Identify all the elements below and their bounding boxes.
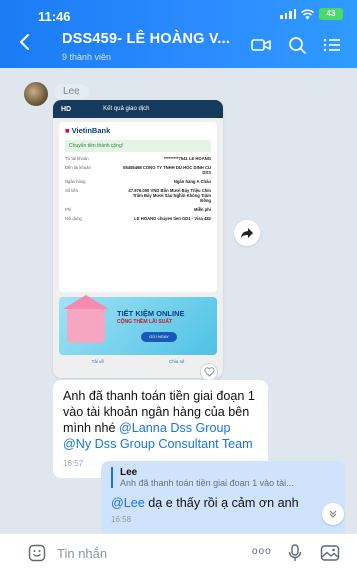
- menu-icon[interactable]: [321, 34, 343, 56]
- share-label: Chia sẻ: [169, 359, 185, 364]
- message-input[interactable]: [57, 543, 257, 563]
- image-icon[interactable]: [320, 544, 340, 562]
- sender-name: Lee: [54, 84, 89, 99]
- wifi-icon: [301, 8, 314, 19]
- image-message[interactable]: HD Kết quả giao dịch ■ VietinBank Chuyển …: [53, 100, 223, 378]
- quoted-text: Anh đã thanh toán tiền giai đoạn 1 vào t…: [120, 478, 294, 488]
- download-label: Tải về: [91, 359, 104, 364]
- receipt-row: Nội dung LE HOANG chuyen tien GD1 - Visa …: [65, 216, 211, 221]
- mention-link[interactable]: @Lee: [111, 496, 145, 510]
- receipt-card: ■ VietinBank Chuyển tiền thành công! Từ …: [59, 122, 217, 292]
- status-icons: 43: [280, 8, 343, 20]
- message-text: Anh đã thanh toán tiền giai đoạn 1 vào t…: [63, 389, 255, 451]
- quoted-message[interactable]: Lee Anh đã thanh toán tiền giai đoạn 1 v…: [111, 467, 335, 488]
- conversation-title[interactable]: DSS459- LÊ HOÀNG V...: [62, 31, 230, 47]
- promo-button: GỬI NGAY: [141, 332, 177, 342]
- house-illustration: [63, 295, 109, 343]
- promo-title: TIẾT KIỆM ONLINE: [117, 309, 185, 318]
- quoted-sender: Lee: [120, 467, 138, 478]
- reaction-heart-icon[interactable]: [200, 363, 218, 381]
- mention-link[interactable]: @Ny Dss Group Consultant Team: [63, 437, 253, 451]
- chat-header: 11:46 43 DSS459- LÊ HOÀNG V... 9 thành v…: [0, 0, 357, 68]
- receipt-row: Ngân hàng Ngân hàng A Châu: [65, 179, 211, 184]
- promo-banner: TIẾT KIỆM ONLINE CỘNG THÊM LÃI SUẤT GỬI …: [59, 295, 217, 355]
- bank-logo: ■ VietinBank: [65, 126, 111, 135]
- signal-icon: [280, 9, 296, 19]
- microphone-icon[interactable]: [288, 544, 302, 562]
- success-banner: Chuyển tiền thành công!: [65, 140, 211, 152]
- status-bar: 11:46 43: [0, 0, 357, 28]
- receipt-app-bar: HD Kết quả giao dịch: [53, 100, 223, 118]
- more-options-icon[interactable]: ooo: [252, 546, 272, 557]
- emoji-icon[interactable]: [28, 544, 46, 562]
- reply-text: @Lee dạ e thấy rồi ạ cảm ơn anh: [111, 496, 299, 510]
- receipt-row: Từ tài khoản *********7541 LE HOANG: [65, 156, 211, 161]
- message-timestamp: 16:58: [111, 515, 132, 524]
- composer-bar: ooo: [0, 533, 357, 571]
- battery-icon: 43: [319, 8, 343, 20]
- scroll-down-icon[interactable]: [322, 503, 344, 525]
- receipt-row: Số tiền 47.976.000 VND Bốn Mươi Bảy Triệu…: [65, 188, 211, 203]
- receipt-app-title: Kết quả giao dịch: [103, 106, 150, 112]
- member-count: 9 thành viên: [62, 52, 112, 62]
- forward-icon[interactable]: [234, 220, 260, 246]
- receipt-row: Phí Miễn phí: [65, 207, 211, 212]
- receipt-row: Đến tài khoản 55455468 CONG TY TNHH DU HO…: [65, 165, 211, 175]
- back-arrow-icon[interactable]: [16, 32, 34, 52]
- promo-subtitle: CỘNG THÊM LÃI SUẤT: [117, 319, 172, 325]
- status-time: 11:46: [38, 9, 71, 24]
- search-icon[interactable]: [286, 34, 308, 56]
- mention-link[interactable]: @Lanna Dss Group: [119, 421, 231, 435]
- avatar[interactable]: [24, 82, 48, 106]
- outgoing-reply-message[interactable]: Lee Anh đã thanh toán tiền giai đoạn 1 v…: [101, 461, 345, 533]
- message-list[interactable]: Lee HD Kết quả giao dịch ■ VietinBank Chu…: [0, 68, 357, 533]
- receipt-actions: Tải về Chia sẻ: [59, 359, 217, 364]
- video-call-icon[interactable]: [250, 34, 272, 56]
